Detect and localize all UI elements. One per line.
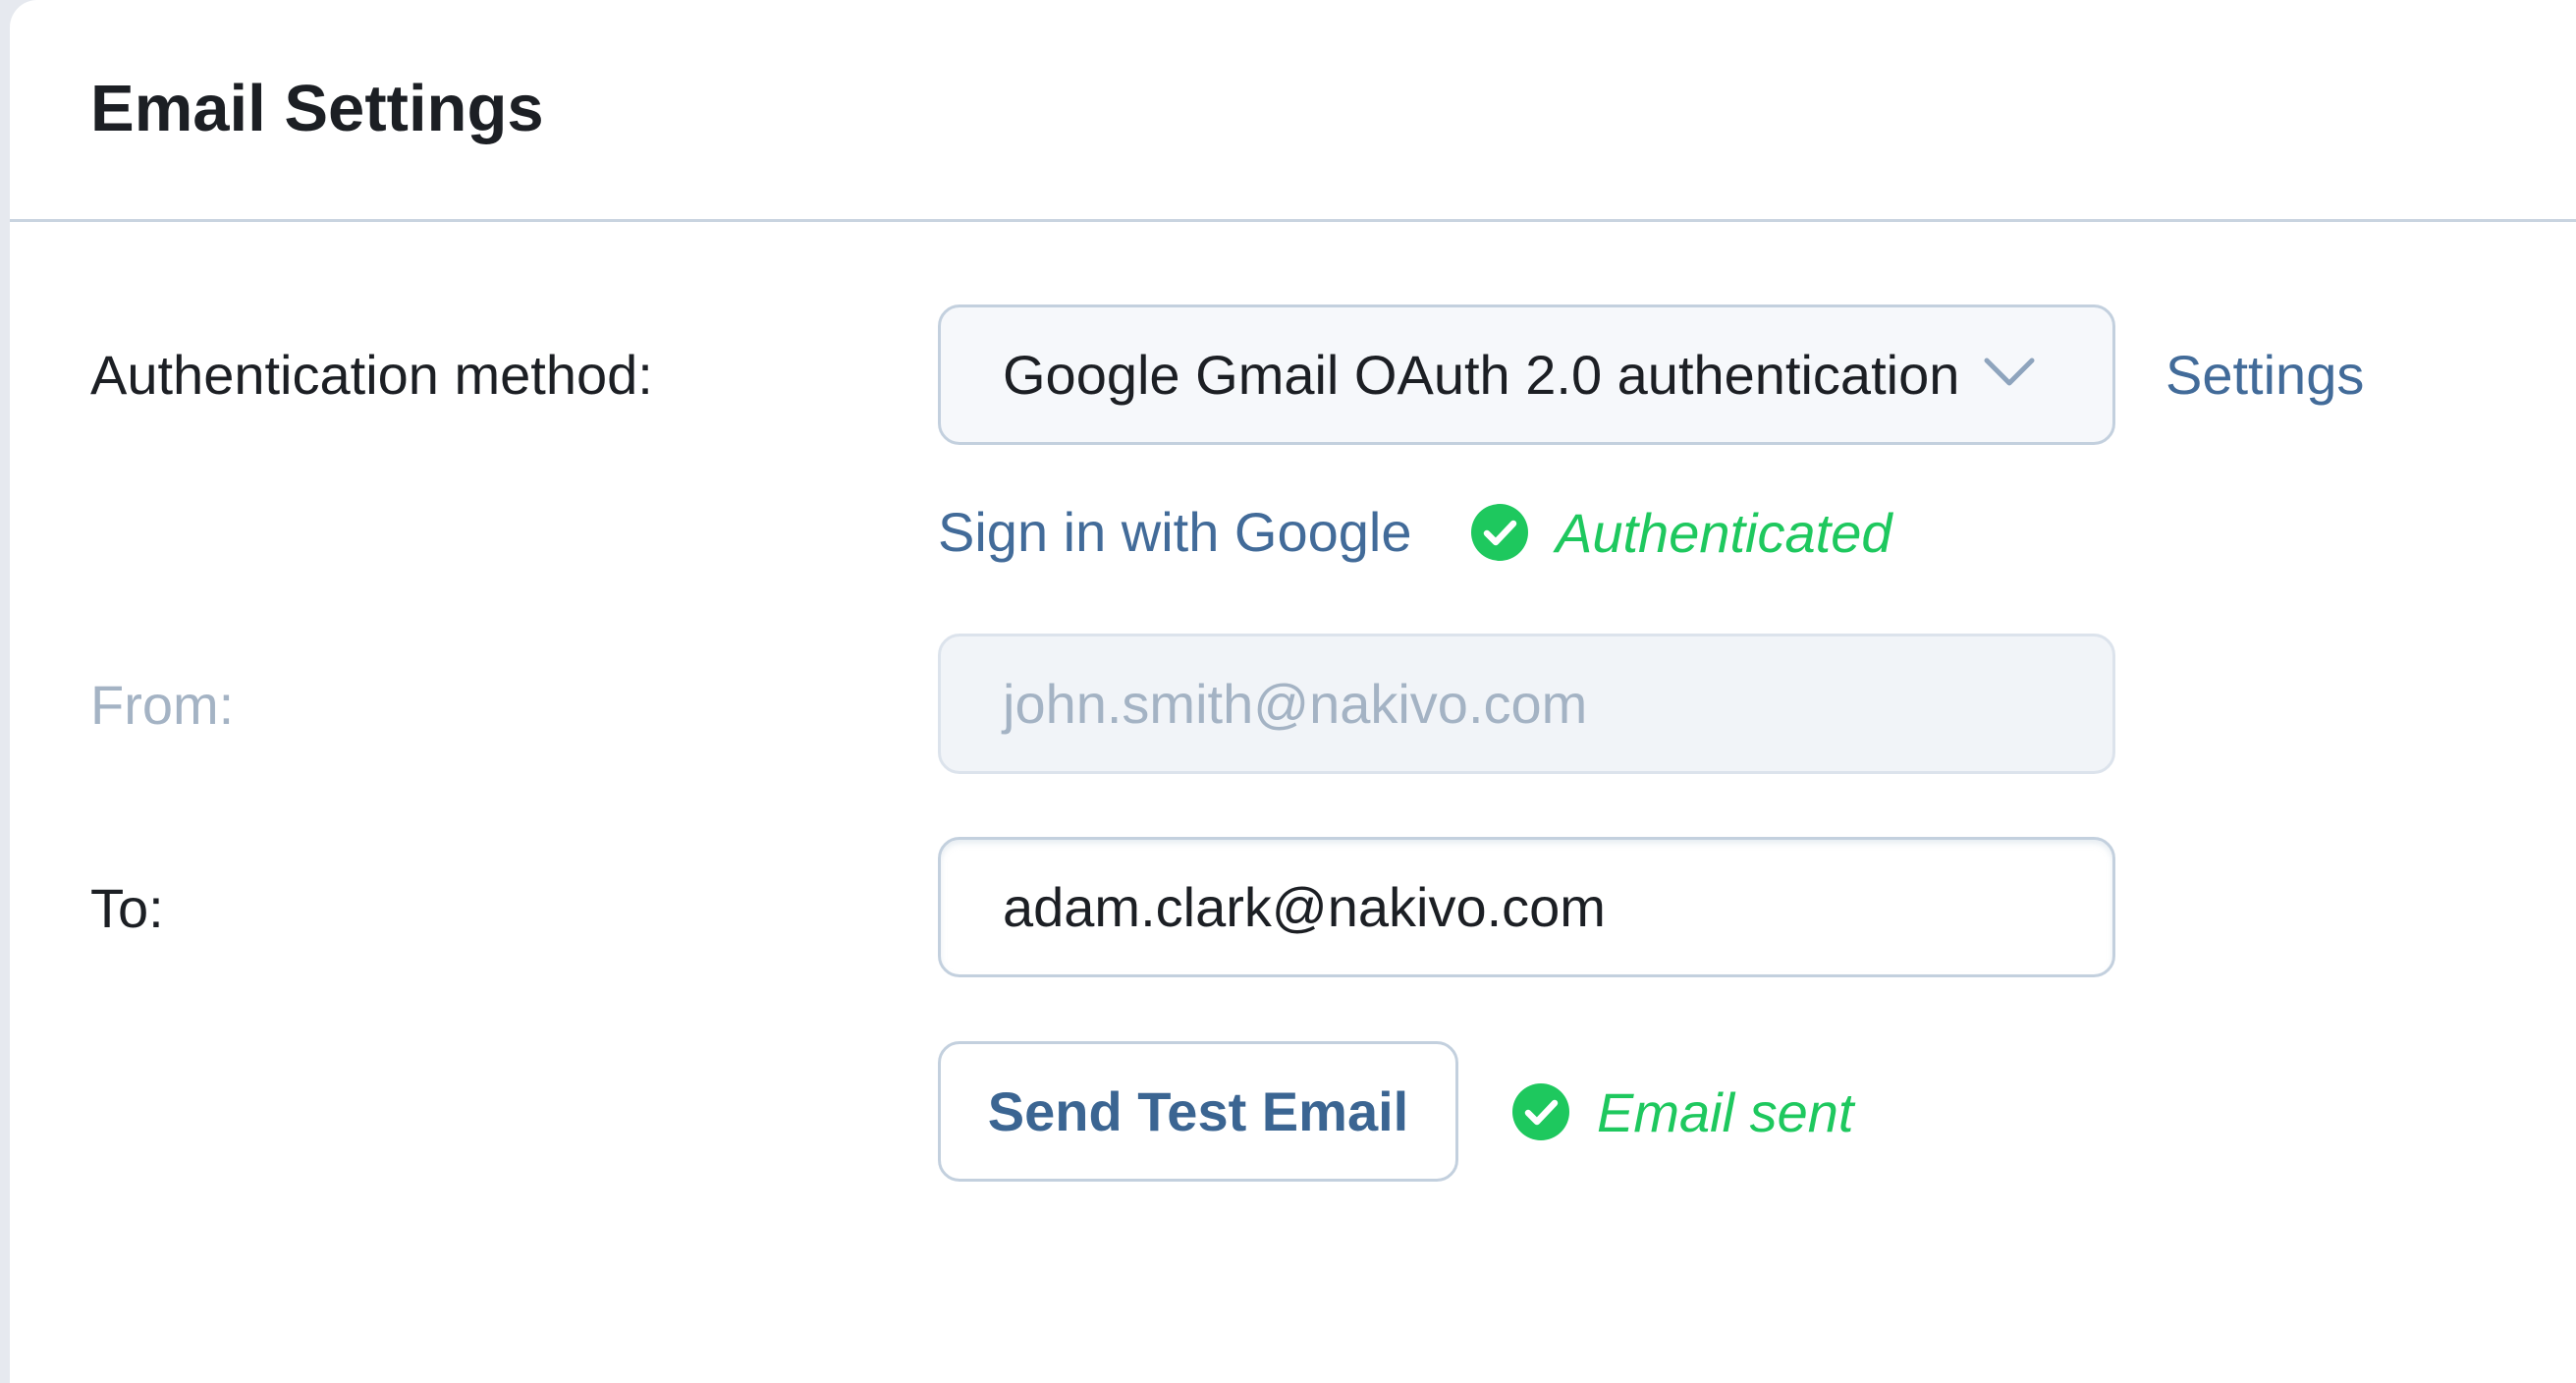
send-test-email-button[interactable]: Send Test Email — [938, 1041, 1458, 1182]
chevron-down-icon — [1984, 358, 2035, 386]
check-circle-icon — [1471, 504, 1528, 561]
to-field[interactable] — [938, 837, 2115, 977]
from-label: From: — [90, 674, 235, 736]
sign-in-with-google-link[interactable]: Sign in with Google — [938, 498, 1412, 567]
auth-status-text: Authenticated — [1556, 501, 1892, 564]
auth-method-select[interactable]: Google Gmail OAuth 2.0 authentication — [938, 304, 2115, 445]
settings-link[interactable]: Settings — [2165, 341, 2364, 410]
email-settings-panel: Email Settings Authentication method: Go… — [10, 0, 2576, 1383]
from-field: john.smith@nakivo.com — [938, 634, 2115, 774]
panel-header: Email Settings — [10, 0, 2576, 222]
check-circle-icon — [1512, 1083, 1569, 1140]
auth-method-label: Authentication method: — [90, 344, 653, 406]
to-input[interactable] — [1003, 875, 2044, 939]
auth-status: Authenticated — [1471, 498, 1891, 567]
from-value: john.smith@nakivo.com — [1003, 673, 1588, 735]
to-label: To: — [90, 877, 164, 939]
auth-method-selected-value: Google Gmail OAuth 2.0 authentication — [1003, 344, 1960, 406]
page-title: Email Settings — [90, 72, 544, 145]
email-sent-text: Email sent — [1597, 1080, 1854, 1143]
email-sent-status: Email sent — [1512, 1078, 1853, 1146]
